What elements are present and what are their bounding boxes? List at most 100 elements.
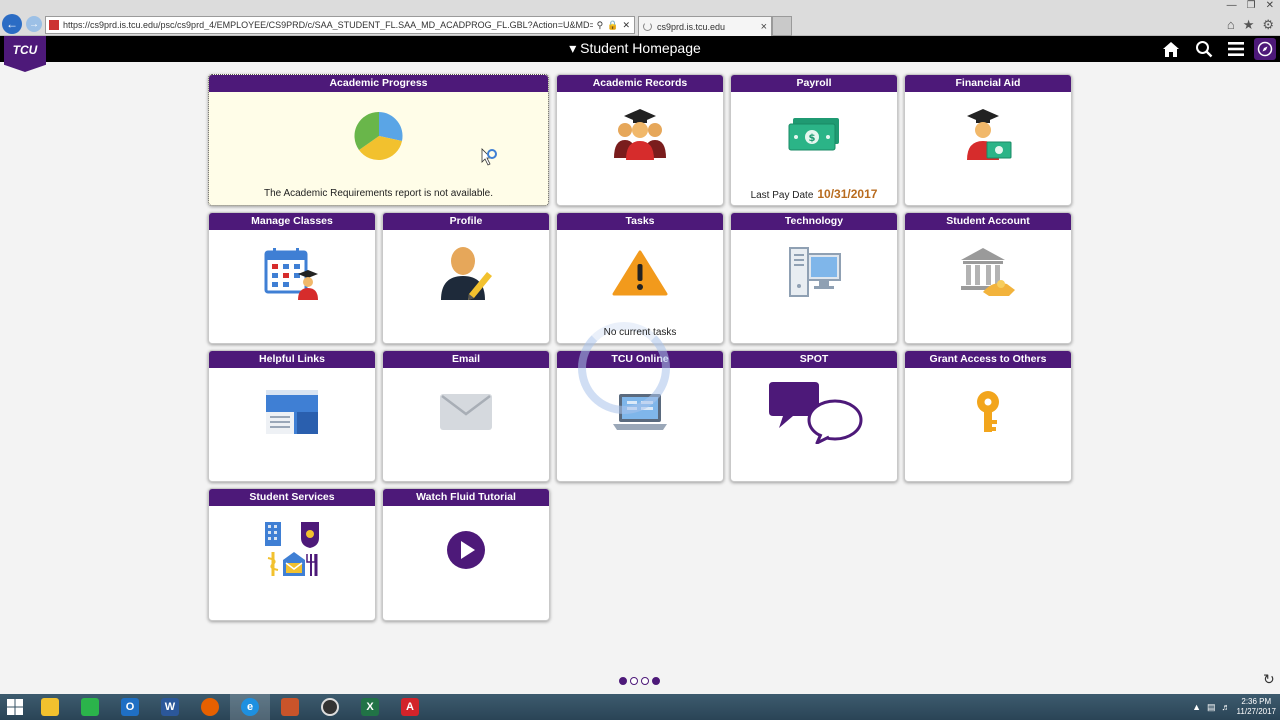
menu-icon[interactable] xyxy=(1225,38,1247,60)
firefox-button[interactable] xyxy=(190,694,230,720)
clock[interactable]: 2:36 PM 11/27/2017 xyxy=(1237,697,1276,717)
graduate-money-icon xyxy=(967,109,1012,160)
tile-title: SPOT xyxy=(731,351,897,368)
word-button[interactable]: W xyxy=(150,694,190,720)
page-dot[interactable] xyxy=(630,677,638,685)
tile-student-services[interactable]: Student Services xyxy=(208,488,376,621)
tile-grant-access-to-others[interactable]: Grant Access to Others xyxy=(904,350,1072,482)
lock-icon[interactable]: 🔒 xyxy=(607,20,618,31)
web-page-icon xyxy=(266,390,318,434)
page-dot[interactable] xyxy=(641,677,649,685)
close-tab-icon[interactable]: × xyxy=(761,21,767,33)
tile-title: Email xyxy=(383,351,549,368)
address-bar[interactable]: https://cs9prd.is.tcu.edu/psc/cs9prd_4/E… xyxy=(45,16,635,34)
volume-icon[interactable]: ♬ xyxy=(1222,702,1231,712)
new-tab-button[interactable] xyxy=(772,16,792,36)
store-button[interactable] xyxy=(70,694,110,720)
folder-icon xyxy=(41,698,59,716)
outlook-button[interactable]: O xyxy=(110,694,150,720)
tile-watch-fluid-tutorial[interactable]: Watch Fluid Tutorial xyxy=(382,488,550,621)
tile-helpful-links[interactable]: Helpful Links xyxy=(208,350,376,482)
page-indicator xyxy=(619,677,660,685)
tile-title: Manage Classes xyxy=(209,213,375,230)
back-button[interactable]: ← xyxy=(2,14,22,34)
tile-academic-progress[interactable]: Academic Progress The Academic Requireme… xyxy=(208,74,549,206)
tcu-logo[interactable]: TCU xyxy=(4,36,46,72)
tile-title: Academic Records xyxy=(557,75,723,92)
navbar-compass-icon[interactable] xyxy=(1254,38,1276,60)
acrobat-icon: A xyxy=(401,698,419,716)
tile-title: Technology xyxy=(731,213,897,230)
tile-manage-classes[interactable]: Manage Classes xyxy=(208,212,376,344)
tile-spot[interactable]: SPOT xyxy=(730,350,898,482)
windows-taskbar: O W e X A ▲ ▤ ♬ 2:36 PM 11/27/2017 xyxy=(0,694,1280,720)
obs-icon xyxy=(321,698,339,716)
tile-title: Payroll xyxy=(731,75,897,92)
home-icon[interactable]: ⌂ xyxy=(1227,17,1235,33)
tile-title: Financial Aid xyxy=(905,75,1071,92)
snipping-tool-icon xyxy=(281,698,299,716)
favorites-icon[interactable]: ★ xyxy=(1243,17,1255,33)
student-services-icon xyxy=(265,522,319,576)
internet-explorer-button[interactable]: e xyxy=(230,694,270,720)
acrobat-button[interactable]: A xyxy=(390,694,430,720)
firefox-icon xyxy=(201,698,219,716)
browser-chrome: ← → https://cs9prd.is.tcu.edu/psc/cs9prd… xyxy=(0,0,1280,36)
tile-email[interactable]: Email xyxy=(382,350,550,482)
play-icon xyxy=(447,531,485,569)
close-window-icon[interactable]: ✕ xyxy=(1266,0,1274,11)
tile-financial-aid[interactable]: Financial Aid xyxy=(904,74,1072,206)
tile-student-account[interactable]: Student Account xyxy=(904,212,1072,344)
bank-icon xyxy=(961,248,1015,296)
key-icon xyxy=(977,391,999,432)
settings-gear-icon[interactable]: ⚙ xyxy=(1262,17,1274,33)
network-icon[interactable]: ▤ xyxy=(1207,702,1216,713)
snipping-tool-button[interactable] xyxy=(270,694,310,720)
profile-edit-icon xyxy=(441,247,492,300)
tile-title: Grant Access to Others xyxy=(905,351,1071,368)
tile-title: Student Account xyxy=(905,213,1071,230)
system-tray: ▲ ▤ ♬ 2:36 PM 11/27/2017 xyxy=(1192,694,1276,720)
tile-technology[interactable]: Technology xyxy=(730,212,898,344)
outlook-icon: O xyxy=(121,698,139,716)
site-favicon-icon xyxy=(49,20,59,30)
tile-payroll[interactable]: Payroll $ Last Pay Date 10/31/2017 xyxy=(730,74,898,206)
home-icon[interactable] xyxy=(1160,38,1182,60)
stop-icon[interactable]: ✕ xyxy=(622,20,630,31)
refresh-icon[interactable]: ↻ xyxy=(1263,671,1275,688)
money-icon: $ xyxy=(788,118,839,151)
search-icon[interactable]: ⚲ xyxy=(597,20,604,31)
browser-tab[interactable]: cs9prd.is.tcu.edu × xyxy=(638,16,772,36)
internet-explorer-icon: e xyxy=(241,698,259,716)
tile-profile[interactable]: Profile xyxy=(382,212,550,344)
show-hidden-icons-icon[interactable]: ▲ xyxy=(1192,702,1201,712)
tile-title: Academic Progress xyxy=(209,75,548,92)
envelope-icon xyxy=(440,394,492,430)
tile-title: Watch Fluid Tutorial xyxy=(383,489,549,506)
windows-logo-icon xyxy=(7,699,23,715)
computer-icon xyxy=(789,247,841,297)
calendar-student-icon xyxy=(264,248,318,300)
page-dot[interactable] xyxy=(652,677,660,685)
tile-message: The Academic Requirements report is not … xyxy=(263,188,493,199)
minimize-icon[interactable]: — xyxy=(1227,0,1237,11)
page-dot[interactable] xyxy=(619,677,627,685)
tile-title: Tasks xyxy=(557,213,723,230)
tile-title: Helpful Links xyxy=(209,351,375,368)
forward-button[interactable]: → xyxy=(26,16,42,32)
restore-icon[interactable]: ❐ xyxy=(1247,0,1256,11)
tile-academic-records[interactable]: Academic Records xyxy=(556,74,724,206)
graduates-icon xyxy=(614,109,666,160)
loading-icon xyxy=(643,22,652,31)
last-pay-date: Last Pay Date 10/31/2017 xyxy=(750,187,878,201)
excel-button[interactable]: X xyxy=(350,694,390,720)
svg-text:$: $ xyxy=(809,133,816,144)
search-icon[interactable] xyxy=(1193,38,1215,60)
excel-icon: X xyxy=(361,698,379,716)
start-button[interactable] xyxy=(0,694,30,720)
obs-button[interactable] xyxy=(310,694,350,720)
file-explorer-button[interactable] xyxy=(30,694,70,720)
page-title[interactable]: ▾ Student Homepage xyxy=(0,40,1270,57)
chat-bubbles-icon xyxy=(769,382,863,444)
url-text: https://cs9prd.is.tcu.edu/psc/cs9prd_4/E… xyxy=(63,20,593,30)
